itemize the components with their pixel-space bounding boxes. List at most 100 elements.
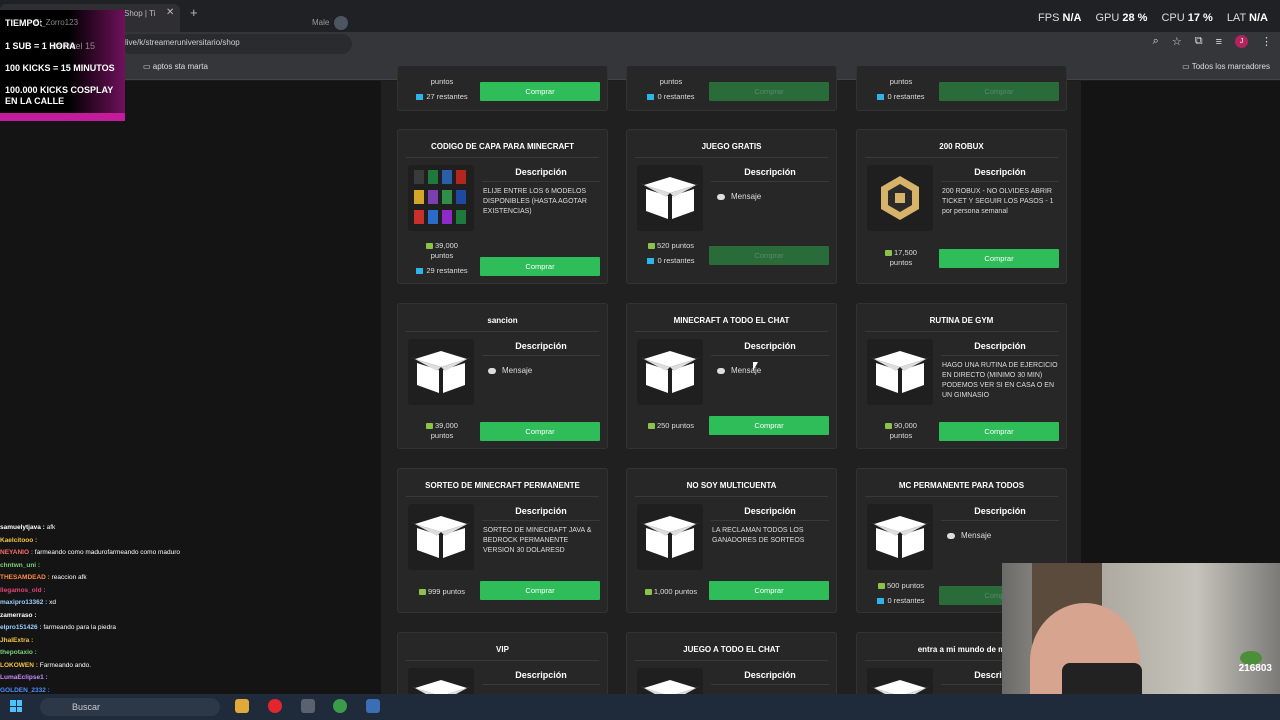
all-bookmarks[interactable]: ▭ Todos los marcadores bbox=[1182, 62, 1270, 71]
opera-icon[interactable] bbox=[268, 699, 282, 713]
shop-card-partial: puntos 27 restantes Comprar bbox=[397, 66, 608, 111]
chat-message: zamerraso : bbox=[0, 610, 255, 623]
item-description: ELIJE ENTRE LOS 6 MODELOS DISPONIBLES (H… bbox=[483, 188, 587, 215]
message-icon bbox=[947, 532, 955, 539]
screen: Shop | Ti ✕ + Male FPS N/A GPU 28 % CPU … bbox=[0, 0, 1280, 720]
profile-icon[interactable] bbox=[334, 16, 348, 30]
message-icon bbox=[717, 367, 725, 374]
chat-username: JhalExtra : bbox=[0, 636, 34, 644]
buy-button[interactable]: Comprar bbox=[480, 257, 600, 276]
calculator-icon[interactable] bbox=[366, 699, 380, 713]
chat-text: farmeando como madurofarmeando como madu… bbox=[34, 549, 181, 556]
chat-username: NEYANIO : bbox=[0, 549, 35, 556]
buy-button[interactable]: Comprar bbox=[480, 82, 600, 101]
stat-fps: FPS N/A bbox=[1038, 12, 1082, 24]
bookmark-folder[interactable]: ▭ aptos sta marta bbox=[143, 62, 208, 71]
coin-icon bbox=[644, 589, 652, 595]
stat-gpu: GPU 28 % bbox=[1095, 12, 1148, 24]
buy-button[interactable]: Comprar bbox=[709, 416, 829, 435]
description-header: Descripción bbox=[711, 501, 829, 521]
item-title: JUEGO A TODO EL CHAT bbox=[635, 641, 828, 661]
stat-cpu: CPU 17 % bbox=[1161, 12, 1213, 24]
chat-username: thepotaxio : bbox=[0, 649, 37, 656]
avatar[interactable]: J bbox=[1235, 35, 1248, 48]
profile-label[interactable]: Male bbox=[312, 18, 329, 27]
chat-username: elpro151426 : bbox=[0, 624, 44, 631]
item-points: 17,500 puntos bbox=[865, 248, 937, 268]
item-description: LA RECLAMAN TODOS LOS GANADORES DE SORTE… bbox=[712, 527, 805, 544]
overlay-line: 100.000 KICKS COSPLAY bbox=[5, 85, 114, 95]
description-header: Descripción bbox=[941, 162, 1059, 182]
message-icon bbox=[488, 367, 496, 374]
minecraft-capes-image bbox=[408, 165, 474, 231]
item-points: 500 puntos bbox=[865, 581, 937, 591]
stat-lat: LAT N/A bbox=[1226, 12, 1268, 24]
buy-button[interactable]: Comprar bbox=[480, 422, 600, 441]
message-note: Mensaje bbox=[947, 531, 991, 540]
item-title: NO SOY MULTICUENTA bbox=[635, 477, 828, 497]
chat-username: samuelytjava : bbox=[0, 524, 47, 531]
coin-icon bbox=[426, 423, 434, 429]
file-explorer-icon[interactable] bbox=[235, 699, 249, 713]
chat-text: Farmeando ando. bbox=[39, 661, 92, 669]
coin-icon bbox=[877, 583, 885, 589]
item-stock: 0 restantes bbox=[635, 92, 707, 101]
windows-start-icon[interactable] bbox=[10, 700, 22, 712]
url-text[interactable]: live/k/streameruniversitario/shop bbox=[125, 38, 240, 47]
extensions-icon[interactable]: ⧉ bbox=[1195, 35, 1203, 48]
tab-title[interactable]: Shop | Ti bbox=[124, 9, 155, 18]
new-tab-icon[interactable]: + bbox=[190, 5, 198, 20]
taskbar-search[interactable] bbox=[40, 698, 220, 716]
chat-text: afk bbox=[46, 524, 56, 531]
chat-username: chntwn_uni : bbox=[0, 561, 41, 569]
item-description: 200 ROBUX - NO OLVIDES ABRIR TICKET Y SE… bbox=[942, 188, 1054, 215]
item-stock: 29 restantes bbox=[406, 266, 478, 275]
bookmark-star-icon[interactable]: ☆ bbox=[1172, 35, 1182, 48]
buy-button[interactable]: Comprar bbox=[939, 249, 1059, 268]
zoom-icon[interactable]: ⌕ bbox=[1153, 35, 1159, 48]
item-title: 200 ROBUX bbox=[865, 138, 1058, 158]
item-stock: 0 restantes bbox=[865, 92, 937, 101]
item-points: 39,000 puntos bbox=[406, 241, 478, 261]
taskbar-search-label[interactable]: Buscar bbox=[72, 702, 100, 712]
item-stock: 27 restantes bbox=[406, 92, 478, 101]
item-points: 999 puntos bbox=[406, 587, 478, 597]
box-icon bbox=[637, 339, 703, 405]
chat-username: THESAMDEAD : bbox=[0, 574, 52, 581]
chat-message: llegamos_old : bbox=[0, 585, 255, 598]
chat-username: maxipro13362 : bbox=[0, 599, 50, 606]
app-icon[interactable] bbox=[301, 699, 315, 713]
item-points: puntos bbox=[659, 77, 683, 86]
item-title: MINECRAFT A TODO EL CHAT bbox=[635, 312, 828, 332]
item-description: SORTEO DE MINECRAFT JAVA & BEDROCK PERMA… bbox=[483, 527, 592, 554]
box-icon bbox=[637, 165, 703, 231]
chat-message: THESAMDEAD : reaccion afk bbox=[0, 572, 255, 585]
cart-icon bbox=[416, 268, 424, 274]
chrome-icon[interactable] bbox=[333, 699, 347, 713]
reading-list-icon[interactable]: ≡ bbox=[1216, 36, 1222, 48]
item-stock: 0 restantes bbox=[635, 256, 707, 265]
shop-card: sancion Descripción Mensaje 39,000 puntos… bbox=[397, 303, 608, 449]
shop-card: SORTEO DE MINECRAFT PERMANENTE Descripci… bbox=[397, 468, 608, 613]
chat-username: zamerraso : bbox=[0, 611, 37, 619]
item-title: SORTEO DE MINECRAFT PERMANENTE bbox=[406, 477, 599, 497]
menu-icon[interactable]: ⋮ bbox=[1261, 35, 1272, 48]
buy-button[interactable]: Comprar bbox=[939, 82, 1059, 101]
tab-close-icon[interactable]: ✕ bbox=[166, 7, 174, 18]
item-title: RUTINA DE GYM bbox=[865, 312, 1058, 332]
coin-icon bbox=[426, 243, 434, 249]
shop-card: RUTINA DE GYM Descripción HAGO UNA RUTIN… bbox=[856, 303, 1067, 449]
buy-button[interactable]: Comprar bbox=[709, 82, 829, 101]
chat-message: thepotaxio : bbox=[0, 647, 255, 660]
item-points: 39,000 puntos bbox=[406, 421, 478, 441]
box-icon bbox=[408, 504, 474, 570]
buy-button[interactable]: Comprar bbox=[709, 581, 829, 600]
description-header: Descripción bbox=[482, 665, 600, 685]
description-header: Descripción bbox=[482, 501, 600, 521]
chat-username: GOLDEN_2332 : bbox=[0, 686, 50, 694]
buy-button[interactable]: Comprar bbox=[939, 422, 1059, 441]
buy-button[interactable]: Comprar bbox=[480, 581, 600, 600]
buy-button[interactable]: Comprar bbox=[709, 246, 829, 265]
chat-username: llegamos_old : bbox=[0, 586, 46, 594]
all-bookmarks-label: Todos los marcadores bbox=[1191, 62, 1270, 71]
